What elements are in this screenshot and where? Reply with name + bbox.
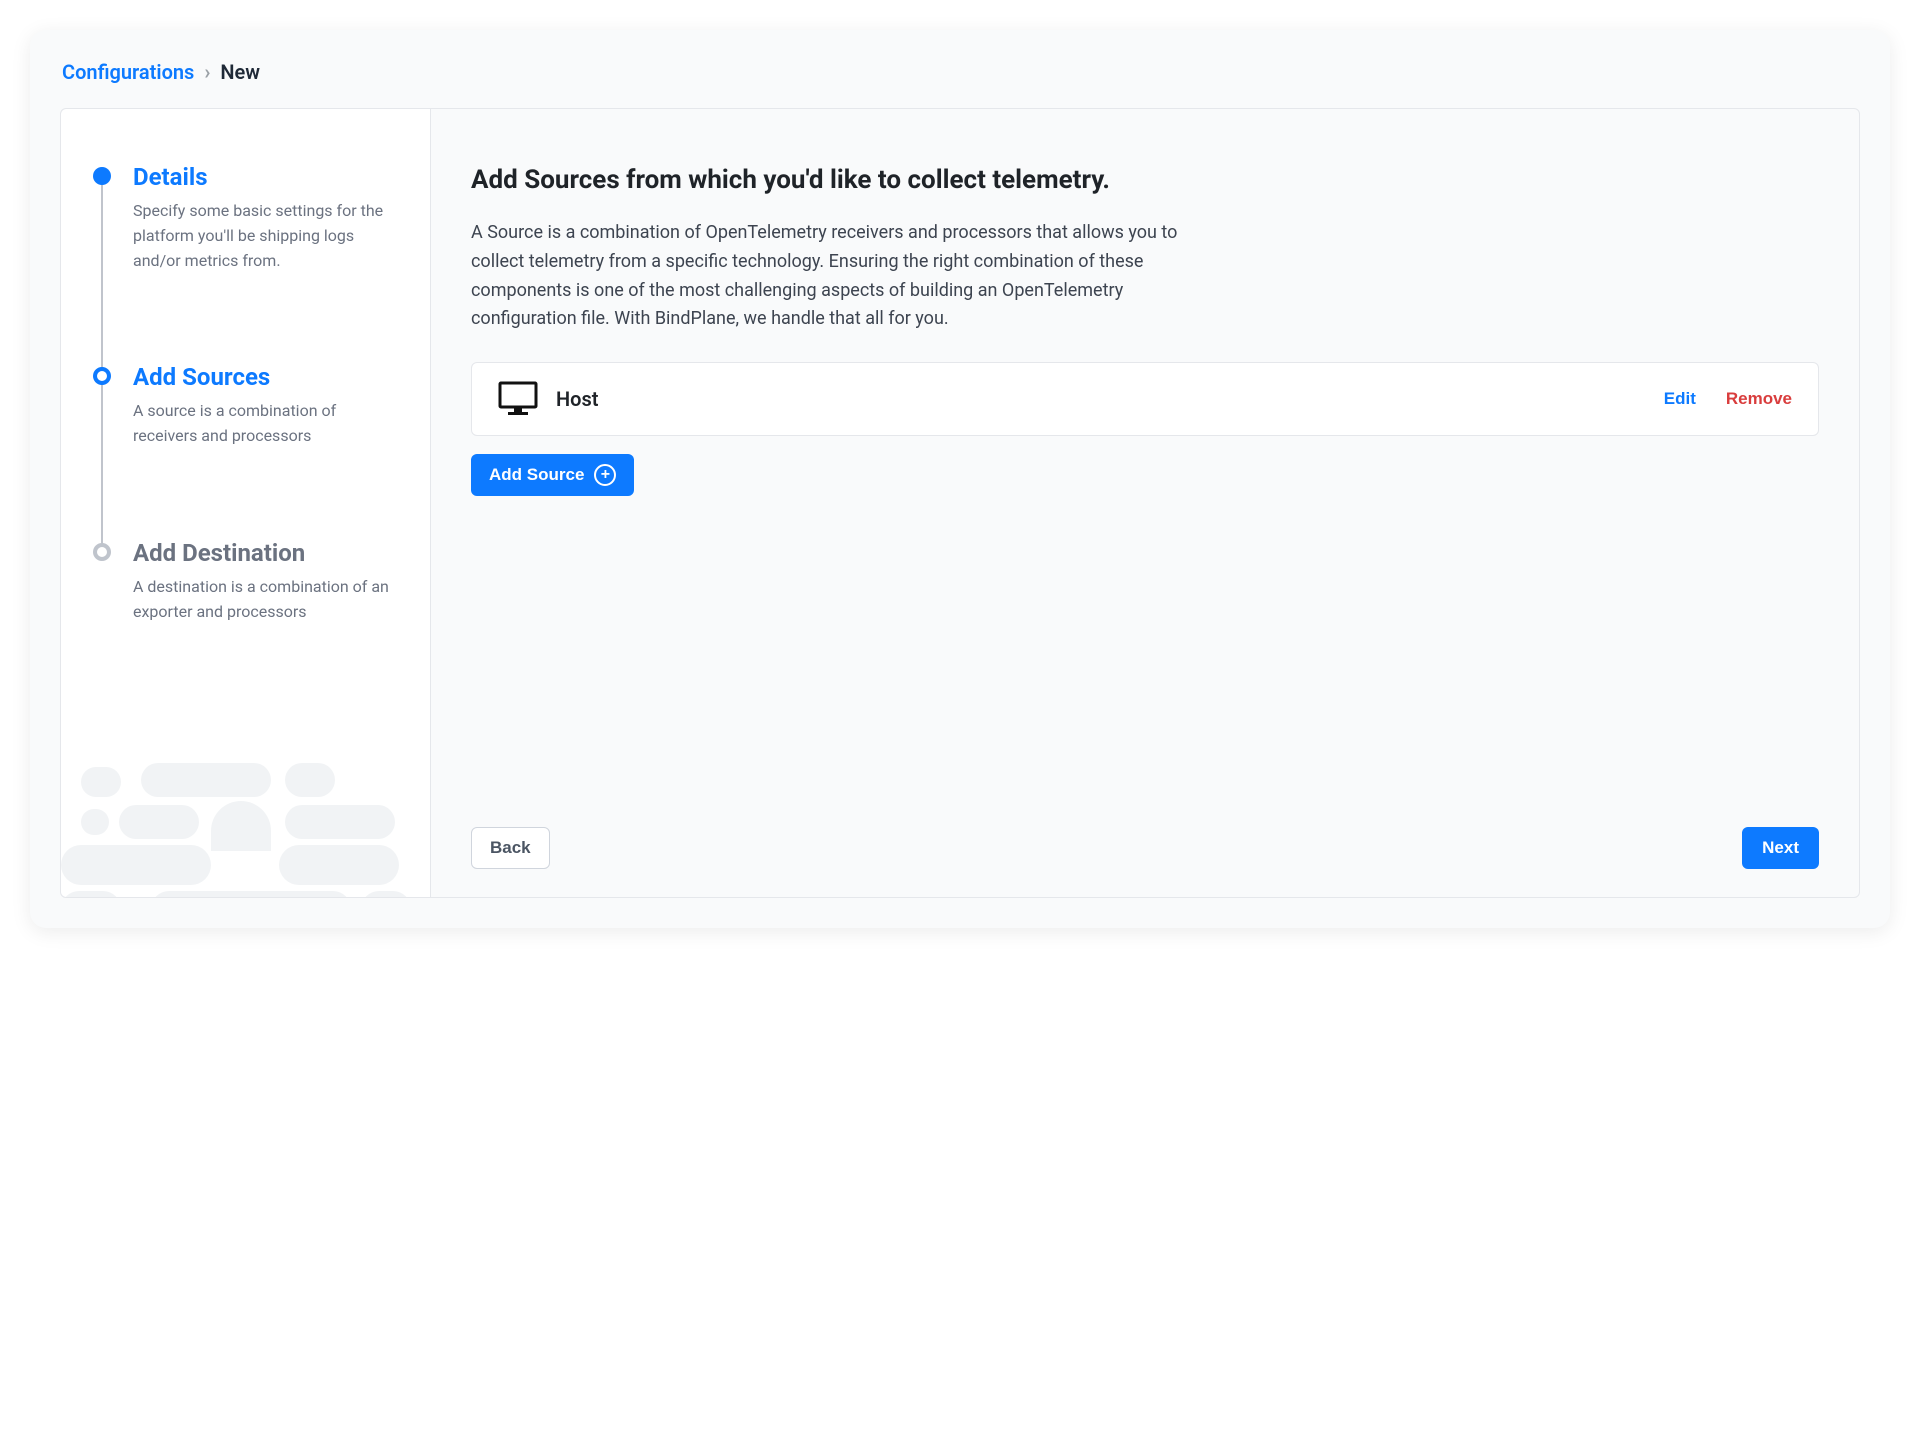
edit-button[interactable]: Edit: [1664, 389, 1696, 409]
breadcrumb-current: New: [220, 60, 260, 84]
main-area: Add Sources from which you'd like to col…: [471, 165, 1819, 807]
plus-circle-icon: +: [594, 464, 616, 486]
wizard-panel: Details Specify some basic settings for …: [60, 108, 1860, 898]
step-title: Details: [133, 163, 398, 191]
step-connector: [101, 185, 103, 371]
decorative-blobs: [61, 747, 431, 897]
step-desc: A destination is a combination of an exp…: [133, 575, 398, 625]
page-title: Add Sources from which you'd like to col…: [471, 165, 1819, 195]
source-actions: Edit Remove: [1664, 389, 1792, 409]
remove-button[interactable]: Remove: [1726, 389, 1792, 409]
page-description: A Source is a combination of OpenTelemet…: [471, 219, 1191, 334]
chevron-right-icon: ›: [204, 60, 210, 84]
breadcrumb-root-link[interactable]: Configurations: [62, 60, 194, 84]
wizard-content: Add Sources from which you'd like to col…: [431, 109, 1859, 897]
add-source-label: Add Source: [489, 465, 584, 485]
step-dot-inactive-icon: [93, 543, 111, 561]
add-source-button[interactable]: Add Source +: [471, 454, 634, 496]
step-title: Add Destination: [133, 539, 398, 567]
step-add-destination[interactable]: Add Destination A destination is a combi…: [93, 539, 398, 625]
step-dot-completed-icon: [93, 167, 111, 185]
next-button[interactable]: Next: [1742, 827, 1819, 869]
step-add-sources[interactable]: Add Sources A source is a combination of…: [93, 363, 398, 539]
step-details[interactable]: Details Specify some basic settings for …: [93, 163, 398, 363]
page-card: Configurations › New Details Specify som…: [30, 30, 1890, 928]
source-name: Host: [556, 387, 1664, 411]
wizard-sidebar: Details Specify some basic settings for …: [61, 109, 431, 897]
step-title: Add Sources: [133, 363, 398, 391]
breadcrumb: Configurations › New: [60, 60, 1860, 84]
step-desc: Specify some basic settings for the plat…: [133, 199, 398, 273]
step-connector: [101, 385, 103, 547]
wizard-steps: Details Specify some basic settings for …: [93, 163, 398, 625]
step-desc: A source is a combination of receivers a…: [133, 399, 398, 449]
source-row: Host Edit Remove: [471, 362, 1819, 436]
step-dot-active-icon: [93, 367, 111, 385]
back-button[interactable]: Back: [471, 827, 550, 869]
monitor-icon: [498, 381, 538, 417]
wizard-footer: Back Next: [471, 807, 1819, 869]
